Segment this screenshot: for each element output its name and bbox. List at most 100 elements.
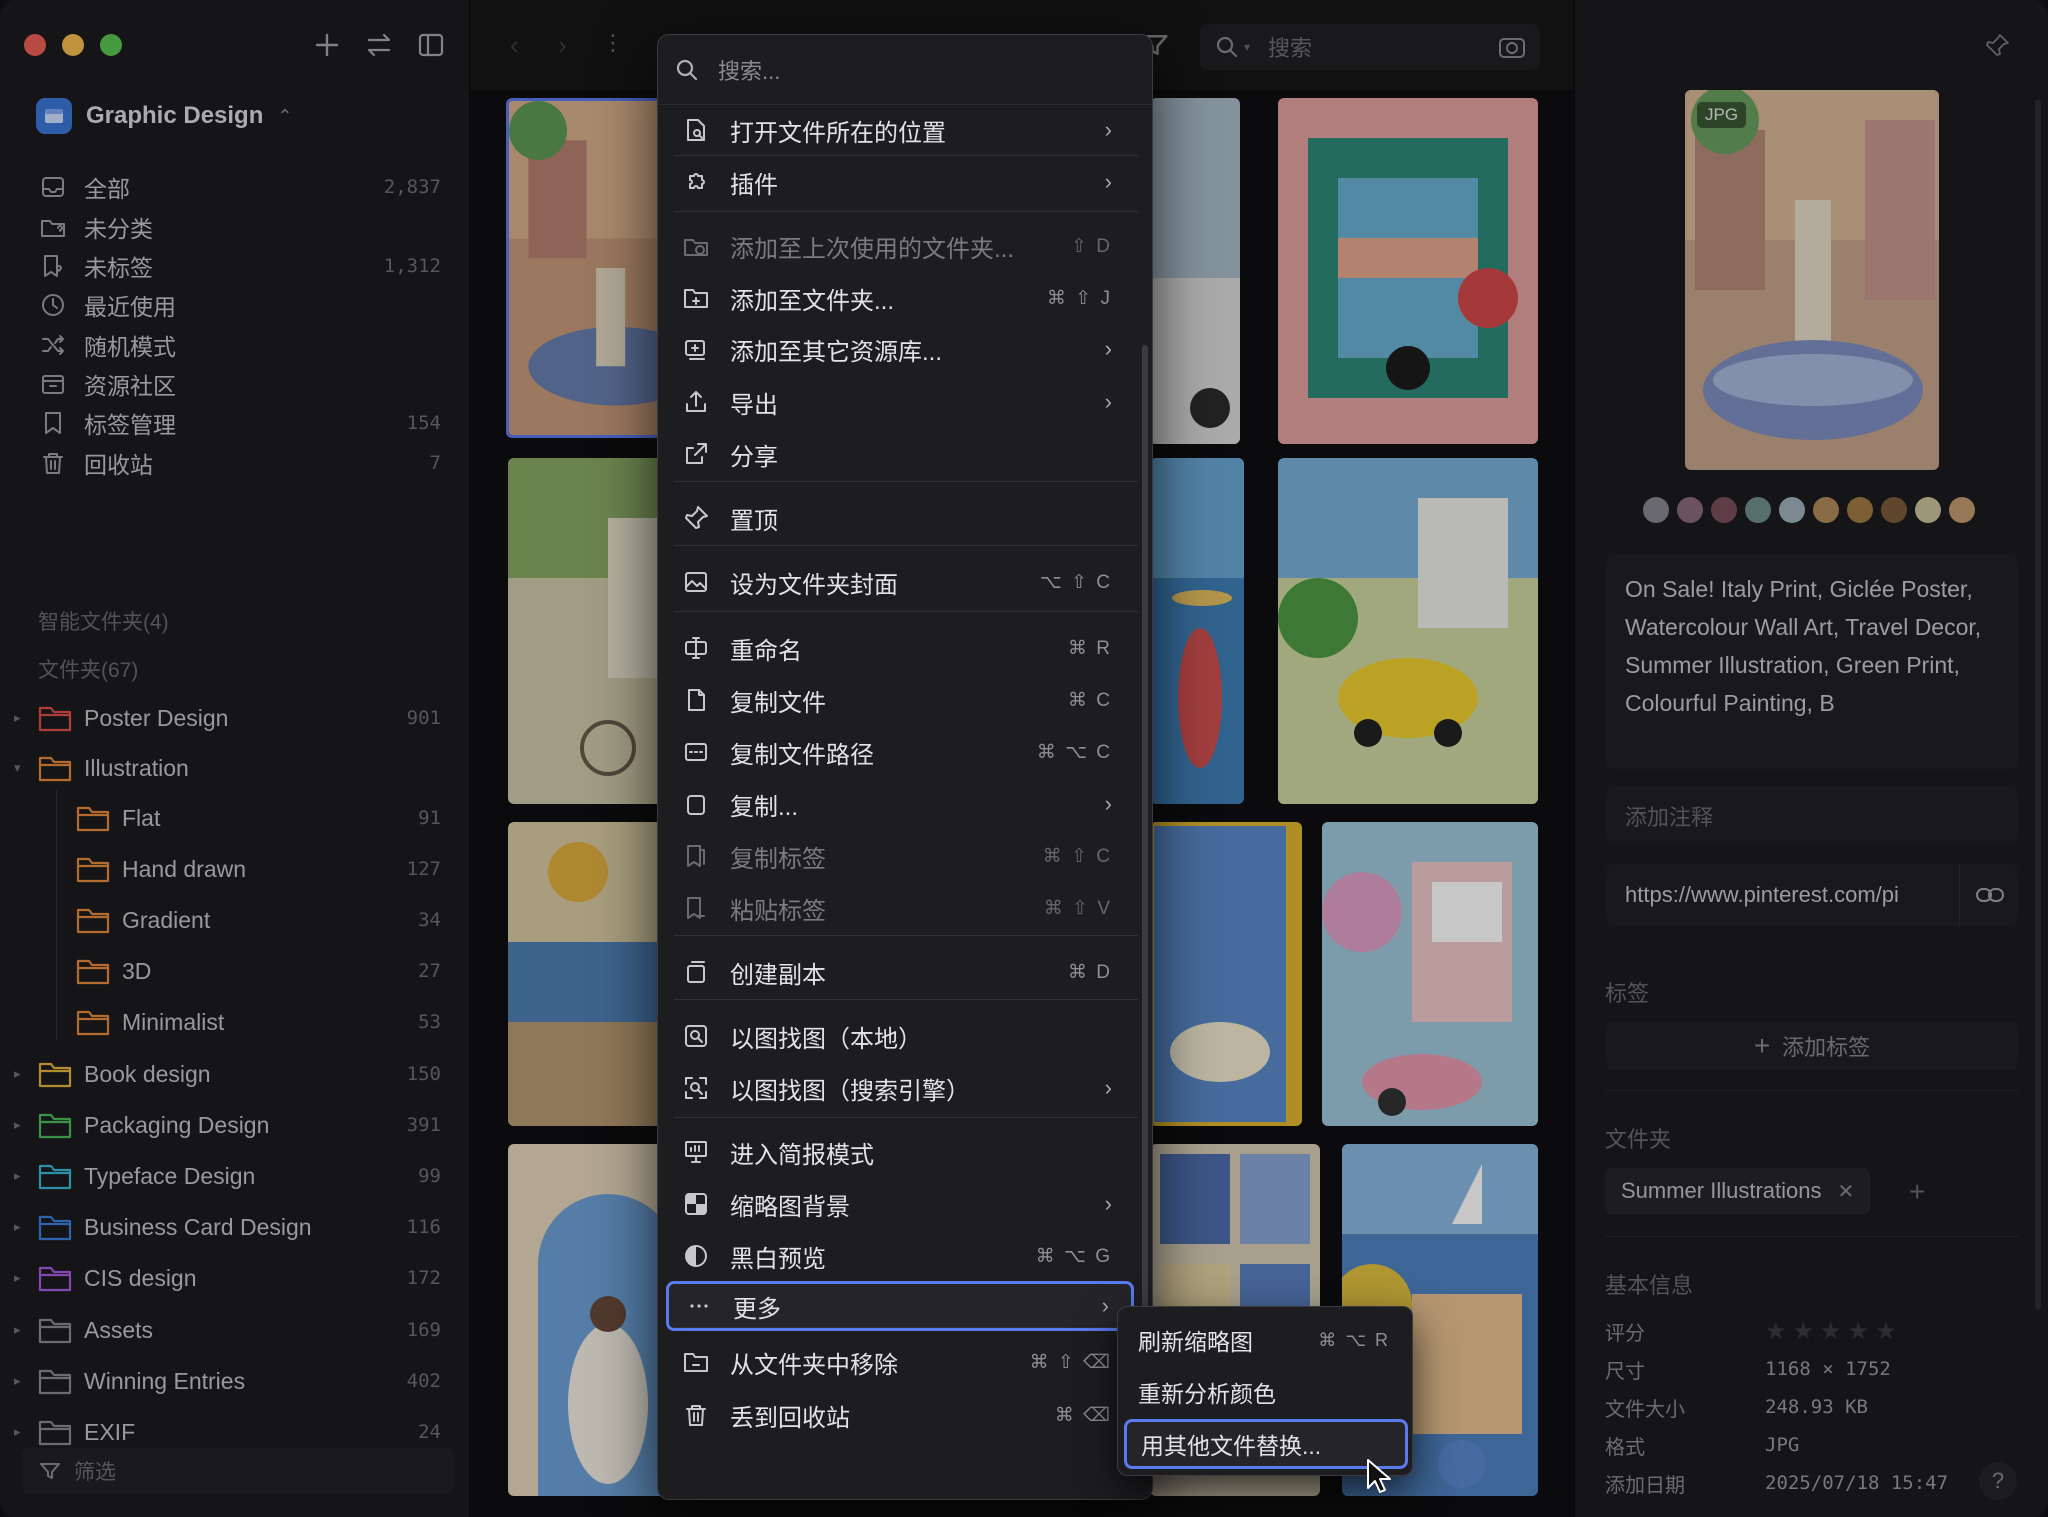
chevron-right-icon[interactable]: ▸ bbox=[14, 1322, 28, 1338]
sidebar-folder-item[interactable]: ▸ Assets 169 bbox=[14, 1308, 446, 1352]
sidebar-folder-item[interactable]: ▸ Poster Design 901 bbox=[14, 696, 446, 740]
sidebar-folder-item[interactable]: Minimalist 53 bbox=[76, 1000, 446, 1044]
more-nav-icon[interactable]: ⋮ bbox=[602, 30, 624, 56]
sidebar-folder-item[interactable]: Flat 91 bbox=[76, 796, 446, 840]
color-swatch[interactable] bbox=[1745, 497, 1771, 523]
menu-item[interactable]: 缩略图背景 › bbox=[666, 1179, 1134, 1229]
sidebar-folder-item[interactable]: ▸ CIS design 172 bbox=[14, 1256, 446, 1300]
toggle-sidebar-icon[interactable] bbox=[416, 30, 446, 60]
folder-icon bbox=[38, 1111, 72, 1139]
asset-thumbnail[interactable] bbox=[1150, 822, 1302, 1126]
sidebar-folder-item[interactable]: Hand drawn 127 bbox=[76, 847, 446, 891]
smart-folders-header[interactable]: 智能文件夹(4) bbox=[38, 606, 169, 636]
color-swatch[interactable] bbox=[1813, 497, 1839, 523]
menu-item[interactable]: 置顶 bbox=[666, 493, 1134, 543]
menu-item[interactable]: 粘贴标签 ⌘ ⇧ V bbox=[666, 883, 1134, 933]
asset-thumbnail[interactable] bbox=[1278, 98, 1538, 444]
color-swatch[interactable] bbox=[1643, 497, 1669, 523]
chevron-right-icon[interactable]: ▸ bbox=[14, 1168, 28, 1184]
asset-thumbnail[interactable] bbox=[1150, 98, 1240, 444]
menu-search-input[interactable]: 搜索... bbox=[658, 35, 1152, 105]
sidebar-folder-item[interactable]: Gradient 34 bbox=[76, 898, 446, 942]
chevron-right-icon[interactable]: ▸ bbox=[14, 1373, 28, 1389]
back-icon[interactable]: ‹ bbox=[510, 30, 519, 61]
asset-thumbnail[interactable] bbox=[1150, 458, 1244, 804]
menu-scrollbar[interactable] bbox=[1142, 345, 1148, 1405]
sidebar-folder-item[interactable]: ▸ Winning Entries 402 bbox=[14, 1359, 446, 1403]
menu-item[interactable]: 打开文件所在的位置 › bbox=[666, 105, 1134, 155]
color-swatch[interactable] bbox=[1711, 497, 1737, 523]
menu-item[interactable]: 复制文件 ⌘ C bbox=[666, 675, 1134, 725]
note-input[interactable]: 添加注释 bbox=[1605, 786, 2019, 844]
chevron-right-icon[interactable]: ▸ bbox=[14, 1066, 28, 1082]
add-icon[interactable] bbox=[312, 30, 342, 60]
submenu-item[interactable]: 重新分析颜色 bbox=[1124, 1367, 1408, 1417]
maximize-window-button[interactable] bbox=[100, 34, 122, 56]
color-swatch[interactable] bbox=[1779, 497, 1805, 523]
folder-chip[interactable]: Summer Illustrations ✕ bbox=[1605, 1168, 1871, 1214]
switch-library-icon[interactable] bbox=[364, 30, 394, 60]
add-folder-icon[interactable]: + bbox=[1909, 1176, 1925, 1208]
submenu-item[interactable]: 刷新缩略图 ⌘ ⌥ R bbox=[1124, 1315, 1408, 1365]
menu-item[interactable]: 复制文件路径 ⌘ ⌥ C bbox=[666, 727, 1134, 777]
menu-item[interactable]: 设为文件夹封面 ⌥ ⇧ C bbox=[666, 557, 1134, 607]
chevron-right-icon[interactable]: ▸ bbox=[14, 710, 28, 726]
menu-item[interactable]: 添加至文件夹... ⌘ ⇧ J bbox=[666, 273, 1134, 323]
color-swatch[interactable] bbox=[1677, 497, 1703, 523]
link-icon[interactable] bbox=[1959, 864, 2019, 926]
menu-item[interactable]: 分享 bbox=[666, 429, 1134, 479]
image-search-camera-icon[interactable] bbox=[1498, 34, 1526, 60]
close-icon[interactable]: ✕ bbox=[1838, 1179, 1855, 1204]
add-tag-button[interactable]: + 添加标签 bbox=[1605, 1022, 2019, 1070]
color-swatch[interactable] bbox=[1949, 497, 1975, 523]
menu-item[interactable]: 进入简报模式 bbox=[666, 1127, 1134, 1177]
menu-item[interactable]: 添加至上次使用的文件夹... ⇧ D bbox=[666, 221, 1134, 271]
menu-item[interactable]: 以图找图（本地） bbox=[666, 1011, 1134, 1061]
menu-item[interactable]: 插件 › bbox=[666, 157, 1134, 207]
menu-item[interactable]: 复制标签 ⌘ ⇧ C bbox=[666, 831, 1134, 881]
menu-item[interactable]: 创建副本 ⌘ D bbox=[666, 947, 1134, 997]
menu-item[interactable]: 重命名 ⌘ R bbox=[666, 623, 1134, 673]
sidebar-folder-count: 91 bbox=[418, 807, 441, 829]
inspector-scrollbar[interactable] bbox=[2035, 100, 2041, 1310]
chevron-down-icon[interactable]: ▾ bbox=[14, 760, 28, 776]
color-swatch[interactable] bbox=[1881, 497, 1907, 523]
help-icon[interactable]: ? bbox=[1979, 1462, 2017, 1500]
menu-item[interactable]: 添加至其它资源库... › bbox=[666, 324, 1134, 374]
chevron-right-icon[interactable]: ▸ bbox=[14, 1270, 28, 1286]
folders-header[interactable]: 文件夹(67) bbox=[38, 654, 138, 684]
asset-thumbnail[interactable] bbox=[1278, 458, 1538, 804]
sidebar-folder-item[interactable]: ▸ Business Card Design 116 bbox=[14, 1205, 446, 1249]
menu-item[interactable]: 更多 › bbox=[666, 1281, 1134, 1331]
description-field[interactable]: On Sale! Italy Print, Giclée Poster, Wat… bbox=[1605, 554, 2019, 769]
filter-bar[interactable]: 筛选 bbox=[22, 1448, 454, 1494]
url-text[interactable]: https://www.pinterest.com/pi bbox=[1605, 882, 1959, 908]
preview-image[interactable]: JPG bbox=[1685, 90, 1939, 470]
menu-item[interactable]: 黑白预览 ⌘ ⌥ G bbox=[666, 1231, 1134, 1281]
search-input[interactable]: ▾ 搜索 bbox=[1200, 24, 1540, 70]
color-swatch[interactable] bbox=[1847, 497, 1873, 523]
rating-stars[interactable]: ★★★★★ bbox=[1765, 1317, 1903, 1346]
color-swatch[interactable] bbox=[1915, 497, 1941, 523]
sidebar-folder-item[interactable]: 3D 27 bbox=[76, 949, 446, 993]
chevron-right-icon[interactable]: ▸ bbox=[14, 1117, 28, 1133]
menu-item[interactable]: 以图找图（搜索引擎） › bbox=[666, 1063, 1134, 1113]
close-window-button[interactable] bbox=[24, 34, 46, 56]
asset-thumbnail[interactable] bbox=[1322, 822, 1538, 1126]
sidebar-folder-item[interactable]: ▸ Typeface Design 99 bbox=[14, 1154, 446, 1198]
menu-item[interactable]: 导出 › bbox=[666, 377, 1134, 427]
menu-item[interactable]: 复制... › bbox=[666, 779, 1134, 829]
menu-item[interactable]: 从文件夹中移除 ⌘ ⇧ ⌫ bbox=[666, 1337, 1134, 1387]
sidebar-folder-item[interactable]: ▸ Packaging Design 391 bbox=[14, 1103, 446, 1147]
minimize-window-button[interactable] bbox=[62, 34, 84, 56]
chevron-right-icon[interactable]: ▸ bbox=[14, 1219, 28, 1235]
forward-icon[interactable]: › bbox=[558, 30, 567, 61]
library-switcher[interactable]: Graphic Design ⌃ bbox=[36, 96, 292, 136]
sidebar-folder-item[interactable]: ▾ Illustration bbox=[14, 746, 446, 790]
menu-item[interactable]: 丢到回收站 ⌘ ⌫ bbox=[666, 1390, 1134, 1440]
url-field[interactable]: https://www.pinterest.com/pi bbox=[1605, 864, 2019, 926]
sidebar-folder-item[interactable]: ▸ Book design 150 bbox=[14, 1052, 446, 1096]
sidebar-nav-item[interactable]: 回收站 7 bbox=[36, 440, 446, 486]
pin-icon[interactable] bbox=[1985, 32, 2011, 58]
chevron-right-icon[interactable]: ▸ bbox=[14, 1424, 28, 1440]
